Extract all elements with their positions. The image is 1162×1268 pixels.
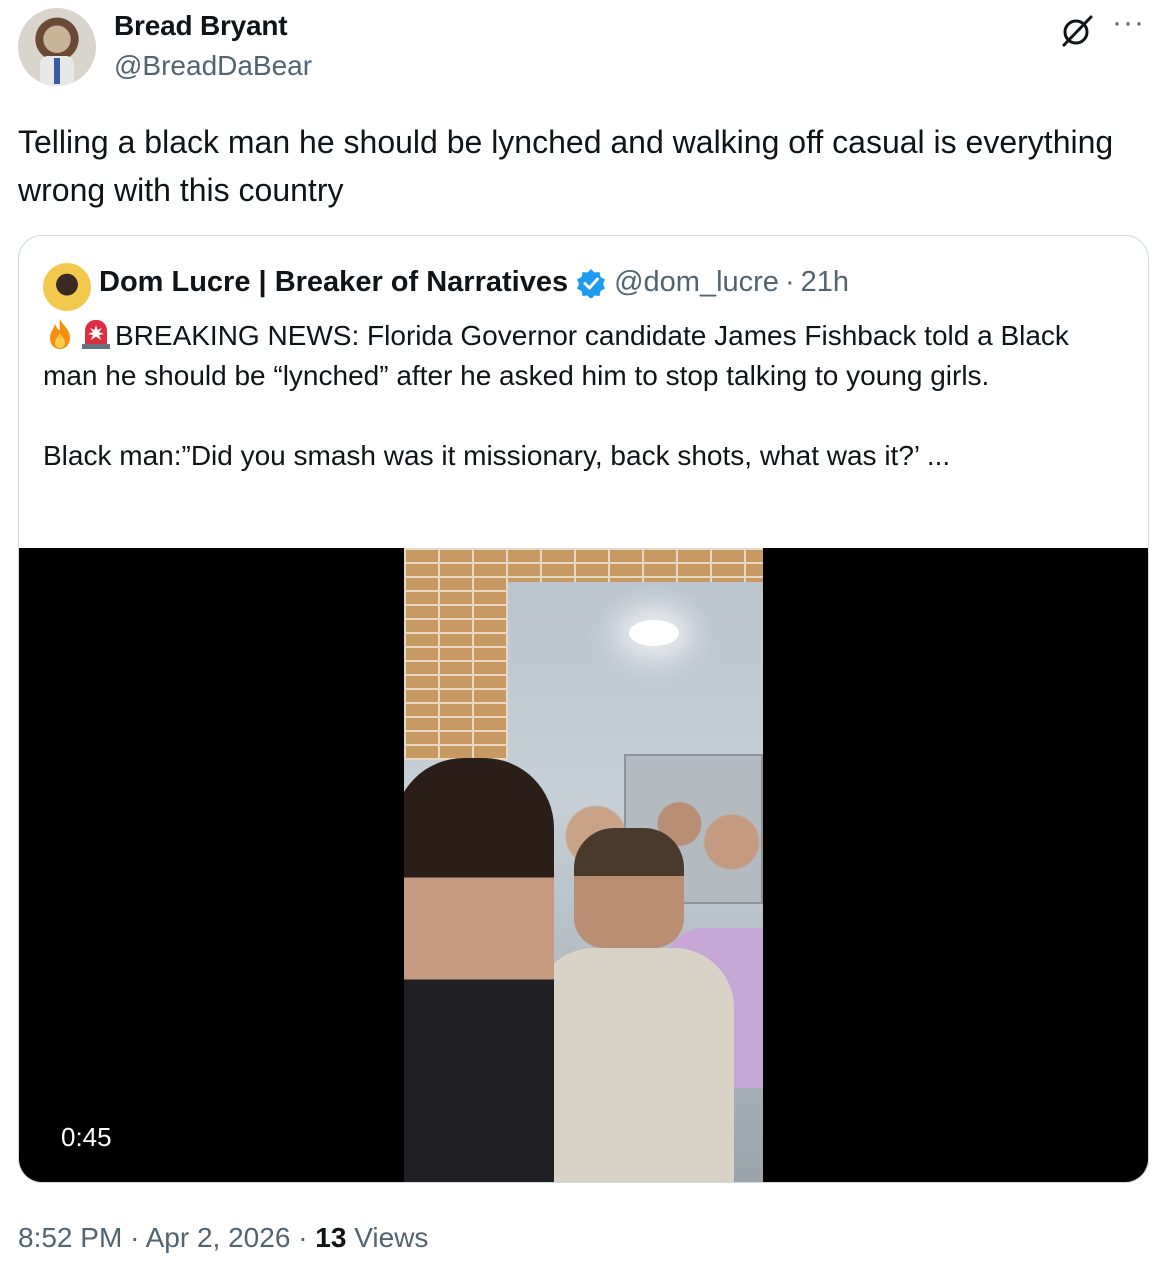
- quoted-tweet-line-1: BREAKING NEWS: Florida Governor candidat…: [43, 320, 1069, 391]
- views-count: 13: [315, 1222, 347, 1253]
- more-options-icon[interactable]: ···: [1112, 6, 1145, 40]
- video-brick-wall: [404, 548, 508, 760]
- views-label: Views: [354, 1222, 429, 1253]
- quoted-author-name[interactable]: Dom Lucre | Breaker of Narratives: [99, 266, 568, 299]
- siren-emoji-icon: [82, 320, 110, 349]
- video-person-cap: [574, 828, 684, 948]
- video-duration: 0:45: [61, 1122, 112, 1152]
- verified-badge-icon: [577, 268, 606, 298]
- author-handle[interactable]: @BreadDaBear: [114, 50, 312, 82]
- video-frame: [404, 548, 763, 1182]
- quoted-author-avatar[interactable]: [43, 263, 91, 311]
- meta-separator: ·: [130, 1222, 140, 1253]
- quoted-tweet-line-2: Black man:”Did you smash was it missiona…: [43, 440, 951, 471]
- fire-emoji-icon: [50, 319, 70, 349]
- quoted-tweet-text: BREAKING NEWS: Florida Governor candidat…: [43, 316, 1123, 476]
- author-avatar[interactable]: [18, 8, 96, 86]
- grok-icon[interactable]: [1060, 14, 1094, 48]
- video-player[interactable]: 0:45: [19, 548, 1148, 1182]
- tweet-time[interactable]: 8:52 PM: [18, 1222, 122, 1253]
- author-name[interactable]: Bread Bryant: [114, 10, 288, 42]
- quoted-tweet-time[interactable]: 21h: [801, 266, 849, 299]
- quoted-author-handle[interactable]: @dom_lucre: [614, 266, 779, 299]
- tweet-date[interactable]: Apr 2, 2026: [146, 1222, 291, 1253]
- tweet-text: Telling a black man he should be lynched…: [18, 124, 1114, 208]
- tweet-meta: 8:52 PM · Apr 2, 2026 · 13 Views: [18, 1222, 428, 1254]
- quoted-tweet-card[interactable]: Dom Lucre | Breaker of Narratives @dom_l…: [18, 235, 1149, 1183]
- meta-separator-2: ·: [298, 1222, 308, 1253]
- header-separator: ·: [784, 266, 795, 298]
- quoted-tweet-header: Dom Lucre | Breaker of Narratives @dom_l…: [99, 266, 849, 299]
- video-ceiling-light: [629, 620, 679, 646]
- video-person-dark-suit: [404, 758, 554, 1182]
- avatar-tie: [54, 58, 60, 84]
- video-person-tan-shirt: [534, 948, 734, 1182]
